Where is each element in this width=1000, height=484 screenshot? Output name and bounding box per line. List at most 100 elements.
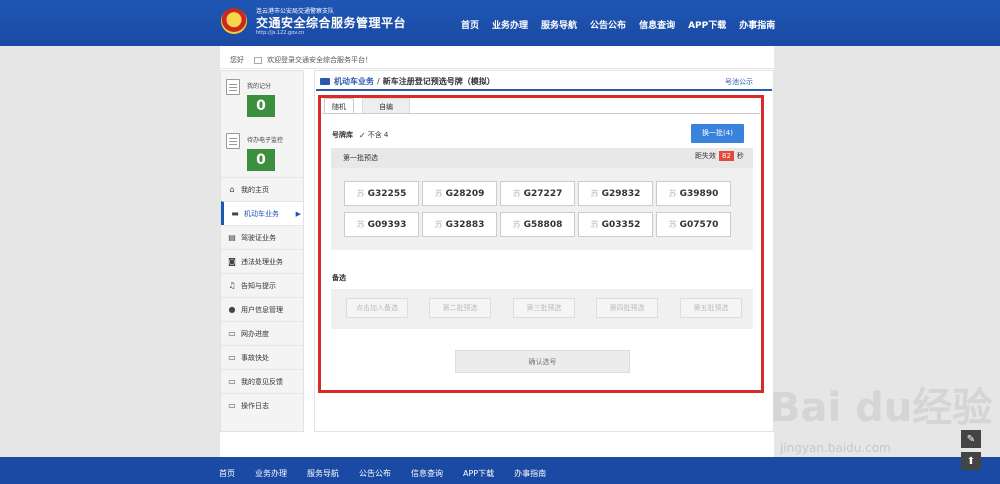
document-icon — [226, 79, 240, 95]
nav-business[interactable]: 业务办理 — [492, 18, 528, 31]
plate-option[interactable]: 苏 G07570 — [656, 212, 731, 237]
footer-nav-guide[interactable]: 办事指南 — [514, 468, 546, 479]
welcome-bar: 您好 欢迎登录交通安全综合服务平台！ — [230, 55, 372, 65]
nav-guide[interactable]: 办事指南 — [739, 18, 775, 31]
plate-option[interactable]: 苏 G32883 — [422, 212, 497, 237]
province-label: 苏 — [590, 220, 599, 229]
plate-number: G58808 — [523, 219, 563, 230]
footer-nav-business[interactable]: 业务办理 — [255, 468, 287, 479]
sidebar-item-label: 机动车业务 — [244, 209, 279, 218]
sidebar-item-home[interactable]: ⌂ 我的主页 — [221, 177, 303, 201]
footer-nav-info-query[interactable]: 信息查询 — [411, 468, 443, 479]
nav-info-query[interactable]: 信息查询 — [639, 18, 675, 31]
monitor-value[interactable]: 0 — [247, 149, 275, 171]
sidebar-item-label: 网办进度 — [241, 329, 269, 338]
nav-app-download[interactable]: APP下载 — [688, 18, 726, 31]
nav-home[interactable]: 首页 — [461, 18, 479, 31]
plate-option[interactable]: 苏 G09393 — [344, 212, 419, 237]
plate-option[interactable]: 苏 G29832 — [578, 181, 653, 206]
progress-icon: ▭ — [228, 329, 236, 338]
sidebar-item-notice[interactable]: ♫ 告知与提示 — [221, 273, 303, 297]
divider — [220, 68, 774, 69]
sidebar-item-label: 驾驶证业务 — [241, 233, 276, 242]
plate-option[interactable]: 苏 G58808 — [500, 212, 575, 237]
footer-nav-service-guide[interactable]: 服务导航 — [307, 468, 339, 479]
score-value[interactable]: 0 — [247, 95, 275, 117]
chevron-right-icon: ▶ — [295, 209, 301, 218]
sidebar-item-user-info[interactable]: ● 用户信息管理 — [221, 297, 303, 321]
province-label: 苏 — [434, 189, 443, 198]
license-icon: ▤ — [228, 233, 236, 242]
backup-slot-1[interactable]: 点击加入备选 — [346, 298, 408, 318]
police-emblem-logo[interactable] — [221, 8, 247, 34]
nav-notices[interactable]: 公告公布 — [590, 18, 626, 31]
monitor-card[interactable]: 待办电子监控 0 — [221, 125, 303, 179]
score-card[interactable]: 我的记分 0 — [221, 71, 303, 125]
tab-underline — [322, 113, 760, 114]
score-label: 我的记分 — [247, 83, 272, 90]
plate-number: G32883 — [445, 219, 485, 230]
sidebar-item-vehicle[interactable]: ▬ 机动车业务 ▶ — [221, 201, 303, 225]
footer-nav-notices[interactable]: 公告公布 — [359, 468, 391, 479]
province-label: 苏 — [590, 189, 599, 198]
plate-option[interactable]: 苏 G32255 — [344, 181, 419, 206]
sidebar-item-feedback[interactable]: ▭ 我的意见反馈 — [221, 369, 303, 393]
back-to-top-icon[interactable]: ⬆ — [961, 452, 981, 470]
home-icon: ⌂ — [229, 185, 235, 194]
tab-random[interactable]: 随机 — [324, 98, 354, 114]
backup-slot-4[interactable]: 第四批预选 — [596, 298, 658, 318]
brand-title[interactable]: 交通安全综合服务管理平台 — [256, 14, 406, 31]
sidebar-item-license[interactable]: ▤ 驾驶证业务 — [221, 225, 303, 249]
breadcrumb-page: 新车注册登记预选号牌（模拟） — [382, 77, 495, 86]
backup-slot-5[interactable]: 第五批预选 — [680, 298, 742, 318]
province-label: 苏 — [512, 220, 521, 229]
countdown-prefix: 距失效 — [695, 152, 716, 160]
breadcrumb-underline — [316, 89, 772, 91]
province-label: 苏 — [512, 189, 521, 198]
sidebar-item-label: 告知与提示 — [241, 281, 276, 290]
plate-number: G03352 — [601, 219, 641, 230]
car-icon: ▬ — [231, 209, 239, 218]
footer-nav-app-download[interactable]: APP下载 — [463, 468, 494, 479]
sidebar-item-label: 违法处理业务 — [241, 257, 283, 266]
countdown: 距失效 82 秒 — [695, 151, 744, 161]
pool-notice-link[interactable]: 号池公示 — [725, 77, 753, 87]
nav-service-guide[interactable]: 服务导航 — [541, 18, 577, 31]
swap-batch-button[interactable]: 换一批(4) — [691, 124, 744, 143]
sidebar-item-label: 我的主页 — [241, 185, 269, 194]
plate-option[interactable]: 苏 G39890 — [656, 181, 731, 206]
feedback-icon: ▭ — [228, 377, 236, 386]
plate-number: G09393 — [367, 219, 407, 230]
plate-option[interactable]: 苏 G03352 — [578, 212, 653, 237]
sidebar-item-progress[interactable]: ▭ 网办进度 — [221, 321, 303, 345]
breadcrumb-section[interactable]: 机动车业务 — [334, 76, 374, 87]
plate-number: G27227 — [523, 188, 563, 199]
countdown-unit: 秒 — [736, 152, 744, 160]
accident-icon: ▭ — [228, 353, 236, 362]
bell-icon: ♫ — [228, 281, 236, 290]
confirm-selection-button[interactable]: 确认选号 — [455, 350, 630, 373]
province-label: 苏 — [356, 220, 365, 229]
edit-icon[interactable]: ✎ — [961, 430, 981, 448]
breadcrumb: 机动车业务 / 新车注册登记预选号牌（模拟） — [320, 76, 495, 87]
plate-pool-row: 号牌库 ✓ 不含 4 — [332, 130, 388, 140]
sidebar-item-log[interactable]: ▭ 操作日志 — [221, 393, 303, 417]
camera-monitor-icon — [226, 133, 240, 149]
countdown-value: 82 — [719, 151, 734, 161]
message-icon — [254, 56, 262, 64]
sidebar-item-violation[interactable]: ◙ 违法处理业务 — [221, 249, 303, 273]
sidebar-item-label: 用户信息管理 — [241, 305, 283, 314]
tab-self-select[interactable]: 自编 — [362, 98, 410, 114]
monitor-label: 待办电子监控 — [247, 137, 284, 144]
pool-value: 不含 4 — [367, 131, 389, 139]
province-label: 苏 — [356, 189, 365, 198]
plate-number: G29832 — [601, 188, 641, 199]
plate-option[interactable]: 苏 G28209 — [422, 181, 497, 206]
backup-slot-3[interactable]: 第三批预选 — [513, 298, 575, 318]
plate-number: G32255 — [367, 188, 407, 199]
batch-header — [331, 148, 753, 168]
footer-nav-home[interactable]: 首页 — [219, 468, 235, 479]
backup-slot-2[interactable]: 第二批预选 — [429, 298, 491, 318]
sidebar-item-accident[interactable]: ▭ 事故快处 — [221, 345, 303, 369]
plate-option[interactable]: 苏 G27227 — [500, 181, 575, 206]
